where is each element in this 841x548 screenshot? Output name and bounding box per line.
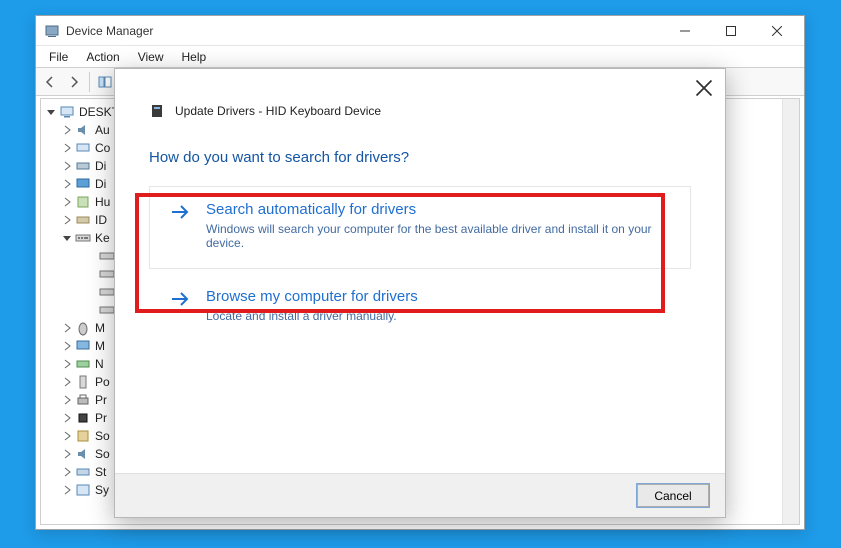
- dialog-close-button[interactable]: [695, 79, 713, 97]
- monitor-icon: [75, 338, 91, 354]
- titlebar[interactable]: Device Manager: [36, 16, 804, 46]
- window-title: Device Manager: [66, 24, 153, 38]
- caret-right-icon: [61, 322, 73, 334]
- menu-action[interactable]: Action: [77, 48, 128, 66]
- computer-icon: [59, 104, 75, 120]
- caret-right-icon: [61, 412, 73, 424]
- caret-right-icon: [61, 484, 73, 496]
- dialog-question: How do you want to search for drivers?: [115, 119, 725, 186]
- caret-right-icon: [61, 142, 73, 154]
- cancel-button[interactable]: Cancel: [637, 484, 709, 507]
- menubar: File Action View Help: [36, 46, 804, 68]
- arrow-right-icon: [170, 288, 192, 310]
- device-icon: [149, 103, 165, 119]
- menu-view[interactable]: View: [129, 48, 173, 66]
- portable-icon: [75, 374, 91, 390]
- option-search-automatically[interactable]: Search automatically for drivers Windows…: [149, 186, 691, 269]
- display-icon: [75, 176, 91, 192]
- software-icon: [75, 428, 91, 444]
- caret-right-icon: [61, 160, 73, 172]
- caret-right-icon: [61, 466, 73, 478]
- caret-right-icon: [61, 178, 73, 190]
- keyboard-icon: [99, 284, 115, 300]
- keyboard-icon: [99, 266, 115, 282]
- option-desc: Locate and install a driver manually.: [206, 309, 670, 323]
- maximize-button[interactable]: [708, 16, 754, 46]
- hid-icon: [75, 194, 91, 210]
- caret-right-icon: [61, 340, 73, 352]
- ide-icon: [75, 212, 91, 228]
- caret-right-icon: [61, 358, 73, 370]
- audio-icon: [75, 122, 91, 138]
- keyboard-icon: [75, 230, 91, 246]
- processor-icon: [75, 410, 91, 426]
- disk-icon: [75, 158, 91, 174]
- option-title: Search automatically for drivers: [206, 201, 670, 218]
- app-icon: [44, 23, 60, 39]
- caret-right-icon: [61, 394, 73, 406]
- update-drivers-dialog: Update Drivers - HID Keyboard Device How…: [114, 68, 726, 518]
- caret-right-icon: [61, 376, 73, 388]
- menu-help[interactable]: Help: [173, 48, 216, 66]
- forward-button[interactable]: [63, 71, 85, 93]
- caret-right-icon: [61, 196, 73, 208]
- system-icon: [75, 482, 91, 498]
- caret-right-icon: [61, 124, 73, 136]
- caret-down-icon: [45, 106, 57, 118]
- caret-right-icon: [61, 448, 73, 460]
- dialog-title: Update Drivers - HID Keyboard Device: [175, 104, 381, 118]
- mouse-icon: [75, 320, 91, 336]
- keyboard-icon: [99, 302, 115, 318]
- network-icon: [75, 356, 91, 372]
- menu-file[interactable]: File: [40, 48, 77, 66]
- option-desc: Windows will search your computer for th…: [206, 222, 670, 250]
- close-button[interactable]: [754, 16, 800, 46]
- caret-down-icon: [61, 232, 73, 244]
- scrollbar[interactable]: [782, 99, 799, 524]
- option-title: Browse my computer for drivers: [206, 288, 670, 305]
- arrow-right-icon: [170, 201, 192, 223]
- storage-icon: [75, 464, 91, 480]
- back-button[interactable]: [39, 71, 61, 93]
- caret-right-icon: [61, 430, 73, 442]
- keyboard-icon: [99, 248, 115, 264]
- sound-icon: [75, 446, 91, 462]
- option-browse-computer[interactable]: Browse my computer for drivers Locate an…: [149, 283, 691, 342]
- caret-right-icon: [61, 214, 73, 226]
- show-hide-button[interactable]: [94, 71, 116, 93]
- computer-icon: [75, 140, 91, 156]
- dialog-footer: Cancel: [115, 473, 725, 517]
- dialog-header: Update Drivers - HID Keyboard Device: [115, 69, 725, 119]
- minimize-button[interactable]: [662, 16, 708, 46]
- print-icon: [75, 392, 91, 408]
